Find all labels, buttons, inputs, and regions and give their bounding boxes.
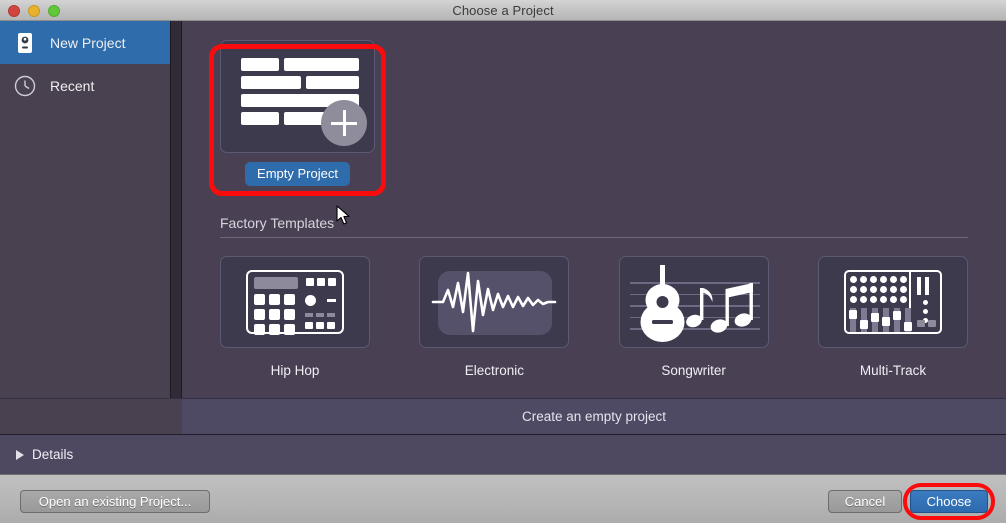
sidebar: New Project Recent xyxy=(0,21,170,434)
sidebar-item-new-project[interactable]: New Project xyxy=(0,21,170,64)
details-label: Details xyxy=(32,447,74,462)
template-hip-hop[interactable]: Hip Hop xyxy=(220,256,370,378)
track-bar xyxy=(284,58,359,71)
track-bar xyxy=(306,76,359,89)
sidebar-item-label: Recent xyxy=(50,77,95,94)
open-existing-project-button[interactable]: Open an existing Project... xyxy=(20,490,210,513)
empty-project-label: Empty Project xyxy=(245,162,350,186)
details-disclosure-row[interactable]: Details xyxy=(0,434,1006,474)
sidebar-item-recent[interactable]: Recent xyxy=(0,64,170,107)
track-bar xyxy=(241,76,301,89)
template-label: Songwriter xyxy=(661,363,726,378)
status-text: Create an empty project xyxy=(521,409,667,424)
window-title: Choose a Project xyxy=(452,2,554,18)
status-bar: Create an empty project xyxy=(182,398,1006,434)
new-project-icon xyxy=(13,31,37,55)
track-bar xyxy=(241,58,279,71)
plus-icon xyxy=(321,100,367,146)
traffic-lights xyxy=(8,5,60,17)
mixer-icon xyxy=(817,256,968,348)
empty-project-tile[interactable]: Empty Project xyxy=(220,40,375,195)
drum-machine-icon xyxy=(220,256,370,348)
template-label: Electronic xyxy=(464,363,524,378)
template-songwriter[interactable]: Songwriter xyxy=(618,256,769,378)
empty-project-artwork xyxy=(220,40,375,153)
guitar-notes-icon xyxy=(618,256,769,348)
section-divider xyxy=(220,237,968,238)
clock-icon xyxy=(13,74,37,98)
maximize-button[interactable] xyxy=(48,5,60,17)
template-label: Multi-Track xyxy=(859,363,927,378)
main-content: Empty Project Factory Templates Hip Hop … xyxy=(182,21,1006,398)
window-titlebar: Choose a Project xyxy=(0,0,1006,21)
section-title: Factory Templates xyxy=(220,215,335,231)
template-multi-track[interactable]: Multi-Track xyxy=(817,256,968,378)
template-label: Hip Hop xyxy=(270,363,320,378)
close-button[interactable] xyxy=(8,5,20,17)
waveform-icon xyxy=(419,256,570,348)
track-bar xyxy=(241,112,279,125)
minimize-button[interactable] xyxy=(28,5,40,17)
choose-button[interactable]: Choose xyxy=(910,490,988,513)
template-grid: Hip Hop Electronic Songwriter Multi-Trac… xyxy=(220,256,968,378)
cancel-button[interactable]: Cancel xyxy=(828,490,902,513)
sidebar-divider xyxy=(170,21,182,434)
choose-a-project-dialog: Choose a Project New Project Recent Empt… xyxy=(0,0,1006,523)
template-electronic[interactable]: Electronic xyxy=(419,256,570,378)
disclosure-triangle-right-icon[interactable] xyxy=(16,449,24,460)
factory-templates-header: Factory Templates xyxy=(220,215,968,238)
sidebar-item-label: New Project xyxy=(50,34,126,51)
status-strip-left-pad xyxy=(0,398,182,434)
